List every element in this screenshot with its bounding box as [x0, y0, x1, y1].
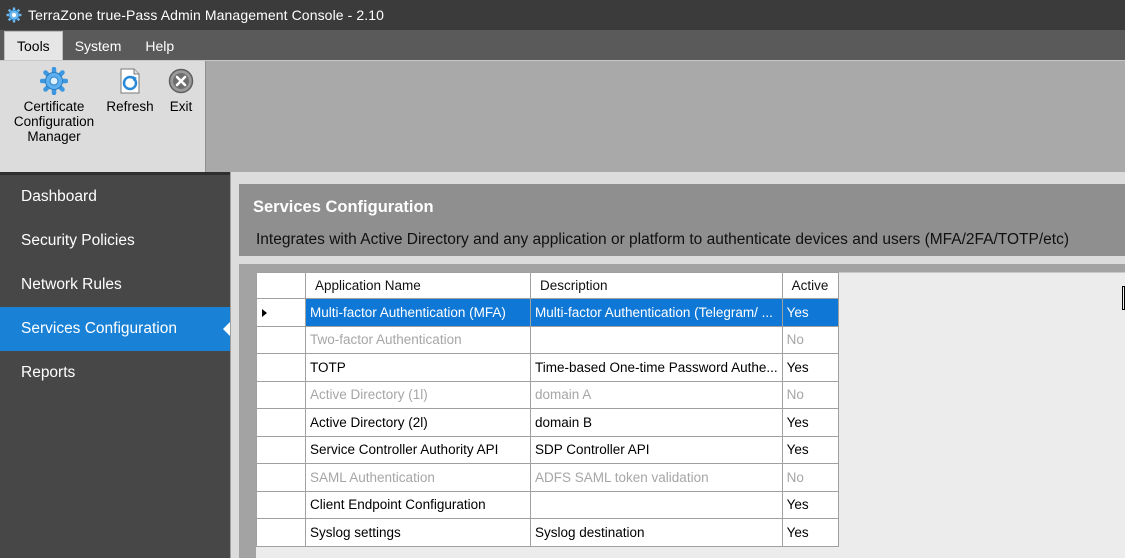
table-row[interactable]: Multi-factor Authentication (MFA) Multi-f…: [256, 298, 839, 327]
sidebar-item-security-policies[interactable]: Security Policies: [0, 219, 230, 263]
cell-description[interactable]: Multi-factor Authentication (Telegram/ .…: [530, 298, 783, 327]
sidebar-item-dashboard[interactable]: Dashboard: [0, 175, 230, 219]
sidebar-item-reports[interactable]: Reports: [0, 351, 230, 395]
cell-application-name[interactable]: Client Endpoint Configuration: [305, 490, 531, 519]
page-title: Services Configuration: [253, 198, 434, 216]
window-title: TerraZone true-Pass Admin Management Con…: [28, 7, 385, 23]
cell-active[interactable]: Yes: [781, 353, 839, 382]
column-header-description[interactable]: Description: [530, 272, 783, 299]
cell-active[interactable]: Yes: [781, 490, 839, 519]
menu-tools[interactable]: Tools: [4, 31, 63, 60]
cell-application-name[interactable]: Multi-factor Authentication (MFA): [305, 298, 531, 327]
table-header-row: Application Name Description Active: [256, 272, 839, 299]
menu-bar: Tools System Help: [0, 30, 1125, 60]
cell-active[interactable]: Yes: [781, 298, 839, 327]
page-description: Integrates with Active Directory and any…: [256, 231, 1069, 248]
main-content: Services Configuration Integrates with A…: [230, 172, 1125, 558]
menu-help[interactable]: Help: [133, 32, 186, 60]
gear-icon: [40, 67, 68, 95]
cell-application-name[interactable]: Syslog settings: [305, 518, 531, 547]
exit-label: Exit: [169, 99, 193, 114]
cell-active[interactable]: Yes: [781, 408, 839, 437]
table-row[interactable]: TOTP Time-based One-time Password Authe..…: [256, 353, 839, 382]
cell-description[interactable]: Time-based One-time Password Authe...: [530, 353, 783, 382]
certificate-configuration-manager-label: Certificate Configuration Manager: [13, 99, 95, 144]
column-header-active[interactable]: Active: [781, 272, 839, 299]
cell-description[interactable]: [530, 490, 783, 519]
table-row[interactable]: SAML Authentication ADFS SAML token valid…: [256, 463, 839, 492]
cell-application-name[interactable]: Active Directory (2l): [305, 408, 531, 437]
cell-active[interactable]: Yes: [781, 435, 839, 464]
cell-application-name[interactable]: Service Controller Authority API: [305, 435, 531, 464]
column-header-application-name[interactable]: Application Name: [305, 272, 531, 299]
cell-application-name[interactable]: SAML Authentication: [305, 463, 531, 492]
row-header[interactable]: [256, 408, 306, 437]
title-bar: TerraZone true-Pass Admin Management Con…: [0, 0, 1125, 30]
row-header[interactable]: [256, 463, 306, 492]
table-row[interactable]: Active Directory (1l) domain A No: [256, 380, 839, 409]
current-row-arrow-icon: [262, 308, 267, 317]
row-header[interactable]: [256, 518, 306, 547]
row-header[interactable]: [256, 380, 306, 409]
sidebar-item-label: Services Configuration: [21, 320, 177, 337]
sidebar-item-network-rules[interactable]: Network Rules: [0, 263, 230, 307]
cell-active[interactable]: No: [781, 325, 839, 354]
cell-active[interactable]: No: [781, 463, 839, 492]
row-header[interactable]: [256, 353, 306, 382]
row-header[interactable]: [256, 435, 306, 464]
ribbon: Certificate Configuration Manager Refres…: [0, 60, 1125, 173]
table-row[interactable]: Client Endpoint Configuration Yes: [256, 490, 839, 519]
cell-application-name[interactable]: Active Directory (1l): [305, 380, 531, 409]
table-body: Multi-factor Authentication (MFA) Multi-f…: [256, 298, 839, 547]
sidebar-item-services-configuration[interactable]: Services Configuration: [0, 307, 231, 351]
cell-description[interactable]: SDP Controller API: [530, 435, 783, 464]
sidebar: Dashboard Security Policies Network Rule…: [0, 172, 231, 558]
table-row[interactable]: Service Controller Authority API SDP Cont…: [256, 435, 839, 464]
grid-panel: Application Name Description Active Mult…: [239, 264, 1125, 558]
cell-application-name[interactable]: TOTP: [305, 353, 531, 382]
cell-description[interactable]: [530, 325, 783, 354]
refresh-icon: [116, 67, 144, 95]
refresh-label: Refresh: [106, 99, 154, 114]
table-row[interactable]: Active Directory (2l) domain B Yes: [256, 408, 839, 437]
page-header: Services Configuration Integrates with A…: [239, 184, 1125, 256]
cell-active[interactable]: No: [781, 380, 839, 409]
cell-description[interactable]: domain A: [530, 380, 783, 409]
row-header[interactable]: [256, 298, 306, 327]
table-row[interactable]: Syslog settings Syslog destination Yes: [256, 518, 839, 547]
table-row[interactable]: Two-factor Authentication No: [256, 325, 839, 354]
refresh-button[interactable]: Refresh: [104, 67, 156, 114]
ribbon-group-tools: Certificate Configuration Manager Refres…: [0, 61, 206, 173]
certificate-configuration-manager-button[interactable]: Certificate Configuration Manager: [8, 67, 100, 144]
cell-description[interactable]: ADFS SAML token validation: [530, 463, 783, 492]
menu-system[interactable]: System: [63, 32, 134, 60]
close-circle-icon: [167, 67, 195, 95]
exit-button[interactable]: Exit: [160, 67, 202, 114]
gear-icon: [6, 7, 22, 23]
row-header[interactable]: [256, 325, 306, 354]
cell-description[interactable]: domain B: [530, 408, 783, 437]
row-header-corner: [256, 272, 306, 299]
cell-description[interactable]: Syslog destination: [530, 518, 783, 547]
row-header[interactable]: [256, 490, 306, 519]
cell-active[interactable]: Yes: [781, 518, 839, 547]
services-table: Application Name Description Active Mult…: [256, 272, 839, 547]
cell-application-name[interactable]: Two-factor Authentication: [305, 325, 531, 354]
